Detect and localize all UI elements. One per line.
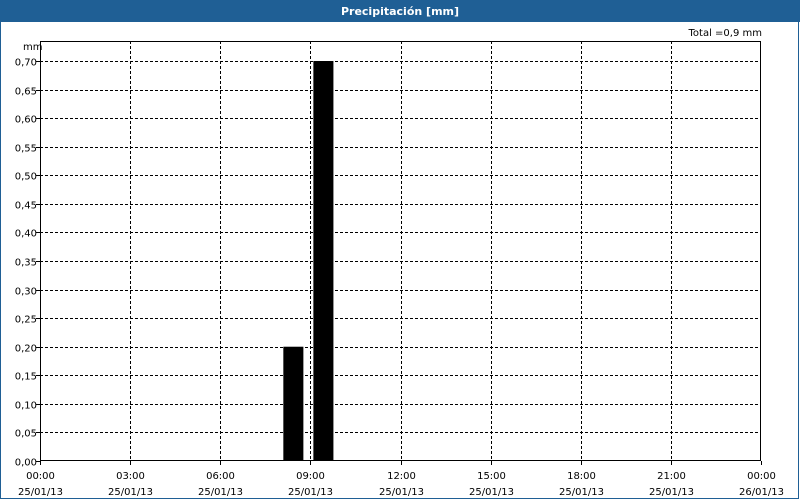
y-tick-label: 0,55 <box>15 144 37 155</box>
x-tick-time-label: 06:00 <box>206 471 235 482</box>
y-tick-label: 0,35 <box>15 258 37 269</box>
x-tick-date-label: 25/01/13 <box>18 487 63 498</box>
x-tick-date-label: 25/01/13 <box>198 487 243 498</box>
y-tick-label: 0,15 <box>15 372 37 383</box>
total-label: Total =0,9 mm <box>688 28 762 39</box>
x-tick-date-label: 25/01/13 <box>108 487 153 498</box>
plot-area <box>40 41 761 461</box>
y-tick-label: 0,05 <box>15 429 37 440</box>
y-tick-label: 0,70 <box>15 58 37 69</box>
y-axis-label: mm <box>23 42 42 53</box>
x-tick-time-label: 00:00 <box>26 471 55 482</box>
x-tick-date-label: 25/01/13 <box>649 487 694 498</box>
precipitation-bar <box>283 346 304 461</box>
x-tick-date-label: 25/01/13 <box>559 487 604 498</box>
x-tick-time-label: 18:00 <box>567 471 596 482</box>
precipitation-chart: 0,00 0,05 0,10 0,15 0,20 0,25 0,30 0,35 0,40 0,45… <box>15 28 784 498</box>
x-tick-date-label: 26/01/13 <box>739 487 784 498</box>
x-tick-time-label: 21:00 <box>657 471 686 482</box>
x-tick-time-label: 03:00 <box>116 471 145 482</box>
y-tick-label: 0,20 <box>15 344 37 355</box>
y-tick-label: 0,00 <box>15 458 37 469</box>
y-tick-label: 0,10 <box>15 401 37 412</box>
y-tick-label: 0,65 <box>15 87 37 98</box>
y-tick-label: 0,40 <box>15 229 37 240</box>
y-tick-label: 0,25 <box>15 315 37 326</box>
x-tick-date-label: 25/01/13 <box>469 487 514 498</box>
y-tick-label: 0,60 <box>15 115 37 126</box>
y-tick-label: 0,50 <box>15 172 37 183</box>
precipitation-bar <box>313 61 334 461</box>
x-tick-date-label: 25/01/13 <box>288 487 333 498</box>
x-tick-time-label: 12:00 <box>387 471 416 482</box>
y-tick-label: 0,45 <box>15 201 37 212</box>
y-tick-label: 0,30 <box>15 287 37 298</box>
x-tick-date-label: 25/01/13 <box>379 487 424 498</box>
x-tick-time-label: 00:00 <box>747 471 776 482</box>
x-tick-time-label: 09:00 <box>296 471 325 482</box>
x-tick-time-label: 15:00 <box>477 471 506 482</box>
